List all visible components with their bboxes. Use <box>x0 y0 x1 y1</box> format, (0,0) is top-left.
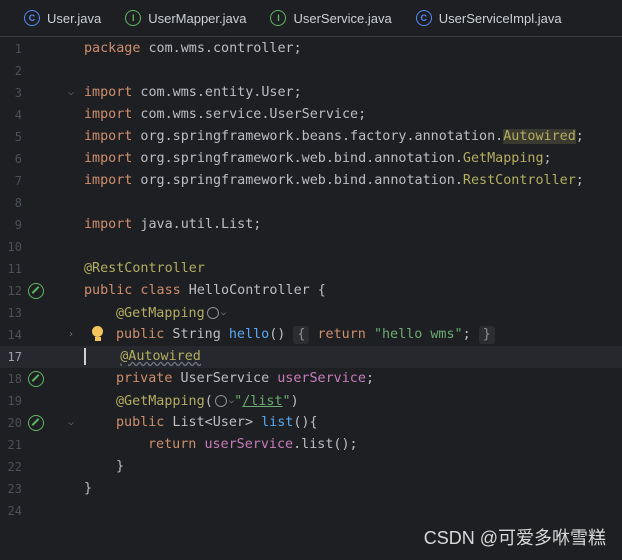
tab-label: User.java <box>47 10 102 26</box>
code-text: import org.springframework.web.bind.anno… <box>84 173 584 188</box>
code-line[interactable]: 5 import org.springframework.beans.facto… <box>0 126 622 148</box>
code-text: @GetMapping ⌵ <box>116 306 227 321</box>
editor-tab-bar: C User.java I UserMapper.java I UserServ… <box>0 0 622 37</box>
line-number: 24 <box>7 504 22 518</box>
code-line[interactable]: 1 package com.wms.controller; <box>0 38 622 60</box>
code-text: @RestController <box>84 261 205 276</box>
fold-chevron-icon[interactable]: › <box>68 324 74 346</box>
code-text: } <box>84 481 93 496</box>
code-text: return userService.list(); <box>148 437 358 452</box>
line-number: 2 <box>14 64 22 78</box>
line-number: 10 <box>7 240 22 254</box>
code-line[interactable]: 10 <box>0 236 622 258</box>
code-line[interactable]: 22 } <box>0 456 622 478</box>
folded-region[interactable]: { <box>293 326 310 344</box>
interface-icon: I <box>270 10 287 26</box>
code-text: import java.util.List; <box>84 217 262 232</box>
line-number: 1 <box>14 42 22 56</box>
code-line[interactable]: 14 › public String hello() { return "hel… <box>0 324 622 346</box>
endpoint-icon[interactable] <box>214 395 227 407</box>
line-number: 8 <box>14 196 22 210</box>
fold-chevron-icon[interactable]: ⌵ <box>68 82 74 104</box>
code-text: public class HelloController { <box>84 283 326 298</box>
text-caret <box>84 347 86 365</box>
code-editor[interactable]: 1 package com.wms.controller; 2 3 ⌵ impo… <box>0 37 622 560</box>
line-number: 22 <box>7 460 22 474</box>
code-line[interactable]: 18 private UserService userService; <box>0 368 622 390</box>
code-text: package com.wms.controller; <box>84 41 302 56</box>
code-line[interactable]: 11 @RestController <box>0 258 622 280</box>
line-number: 18 <box>7 372 22 386</box>
code-line[interactable]: 9 import java.util.List; <box>0 214 622 236</box>
code-text: import com.wms.entity.User; <box>84 85 302 100</box>
code-line[interactable]: 8 <box>0 192 622 214</box>
code-text: public String hello() { return "hello wm… <box>116 324 495 346</box>
code-line[interactable]: 6 import org.springframework.web.bind.an… <box>0 148 622 170</box>
fold-chevron-icon[interactable]: ⌵ <box>68 412 74 434</box>
code-line[interactable]: 12 public class HelloController { <box>0 280 622 302</box>
tab-user-java[interactable]: C User.java <box>0 0 101 36</box>
code-text: import com.wms.service.UserService; <box>84 107 367 122</box>
line-number: 9 <box>14 218 22 232</box>
line-number: 6 <box>14 152 22 166</box>
endpoint-icon[interactable] <box>206 307 219 319</box>
code-text: import org.springframework.web.bind.anno… <box>84 151 552 166</box>
line-number: 11 <box>7 262 22 276</box>
code-line[interactable]: 7 import org.springframework.web.bind.an… <box>0 170 622 192</box>
tab-label: UserService.java <box>293 10 392 26</box>
class-icon: C <box>415 10 432 26</box>
folded-region[interactable]: } <box>478 326 495 344</box>
code-text: @GetMapping(⌵"/list") <box>116 394 299 409</box>
tab-label: UserMapper.java <box>148 10 247 26</box>
bean-gutter-icon[interactable] <box>28 371 44 387</box>
interface-icon: I <box>125 10 142 26</box>
lightbulb-icon[interactable] <box>92 326 104 342</box>
class-icon: C <box>24 10 40 26</box>
line-number: 17 <box>7 350 22 364</box>
code-line[interactable]: 3 ⌵ import com.wms.entity.User; <box>0 82 622 104</box>
code-line[interactable]: 13 @GetMapping ⌵ <box>0 302 622 324</box>
endpoint-gutter-icon[interactable] <box>28 415 44 431</box>
tab-userservice-java[interactable]: I UserService.java <box>246 0 392 36</box>
watermark: CSDN @可爱多咻雪糕 <box>423 528 606 548</box>
code-text: @Autowired <box>84 346 201 368</box>
tab-label: UserServiceImpl.java <box>438 10 562 26</box>
code-line[interactable]: 2 <box>0 60 622 82</box>
code-text: } <box>116 459 125 474</box>
code-line[interactable]: 24 <box>0 500 622 522</box>
code-line[interactable]: 4 import com.wms.service.UserService; <box>0 104 622 126</box>
line-number: 5 <box>14 130 22 144</box>
code-text: import org.springframework.beans.factory… <box>84 129 584 144</box>
tab-usermapper-java[interactable]: I UserMapper.java <box>101 0 246 36</box>
line-number: 19 <box>7 394 22 408</box>
bean-gutter-icon[interactable] <box>28 283 44 299</box>
line-number: 13 <box>7 306 22 320</box>
code-line[interactable]: 19 @GetMapping(⌵"/list") <box>0 390 622 412</box>
code-line[interactable]: 20 ⌵ public List<User> list(){ <box>0 412 622 434</box>
code-line[interactable]: 23 } <box>0 478 622 500</box>
line-number: 23 <box>7 482 22 496</box>
line-number: 14 <box>7 328 22 342</box>
code-line-current[interactable]: 17 @Autowired <box>0 346 622 368</box>
line-number: 20 <box>7 416 22 430</box>
tab-userserviceimpl-java[interactable]: C UserServiceImpl.java <box>392 0 562 36</box>
chevron-down-icon[interactable]: ⌵ <box>221 308 226 318</box>
line-number: 7 <box>14 174 22 188</box>
code-text: private UserService userService; <box>116 371 374 386</box>
line-number: 12 <box>7 284 22 298</box>
line-number: 3 <box>14 86 22 100</box>
line-number: 4 <box>14 108 22 122</box>
code-text: public List<User> list(){ <box>116 415 318 430</box>
line-number: 21 <box>7 438 22 452</box>
code-line[interactable]: 21 return userService.list(); <box>0 434 622 456</box>
